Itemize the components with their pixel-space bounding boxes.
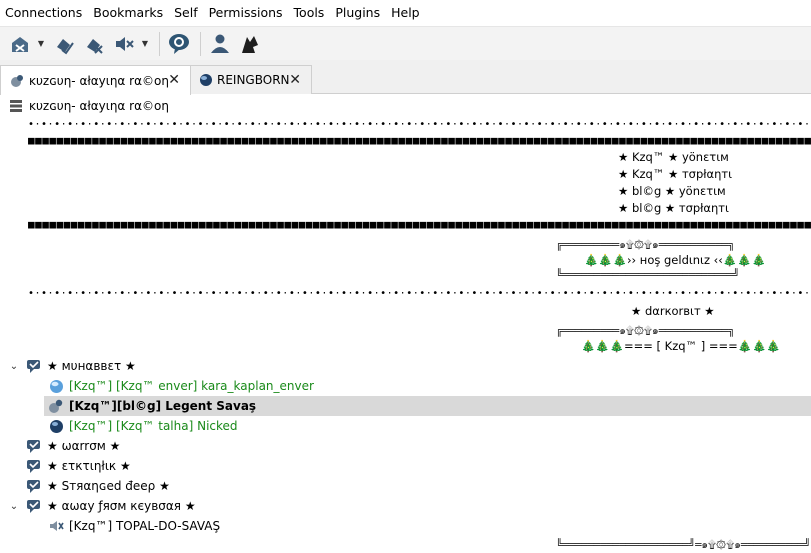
spacer-frame-bottom[interactable]: ╚═══════════════════════════╝ [556, 269, 739, 281]
wolf-icon [242, 35, 258, 53]
user-row-selected[interactable]: [Kzq™][bl©g] Legent Savaş [44, 396, 811, 416]
spacer-frame-end[interactable]: ╚════════════════════╝═๑۩۞۩๑══════════╝ [556, 536, 810, 553]
channel-warrom[interactable]: ★ ωαrrσм ★ [0, 436, 811, 456]
spacer-blocks[interactable]: ■■■■■■■■■■■■■■■■■■■■■■■■■■■■■■■■■■■■■■■■… [28, 135, 811, 147]
menu-tools[interactable]: Tools [289, 0, 331, 26]
user-deafened-icon [48, 518, 64, 534]
user-name: [Kzq™] [Kzq™ enver] kara_kaplan_enver [69, 379, 314, 393]
menu-bookmarks[interactable]: Bookmarks [88, 0, 169, 26]
disconnect-button[interactable] [6, 30, 34, 58]
user-info-button[interactable] [206, 30, 234, 58]
menu-permissions[interactable]: Permissions [204, 0, 289, 26]
channel-name: ★ ετкτιηłιк ★ [47, 459, 131, 473]
mute-self-icon [57, 38, 74, 54]
tab-kuzgun[interactable]: ĸυzɢυη- αłαyιηα rα©οη ✕ [0, 65, 191, 95]
channel-icon [26, 358, 42, 374]
menu-plugins[interactable]: Plugins [330, 0, 386, 26]
menu-help[interactable]: Help [386, 0, 426, 26]
spacer-dots[interactable]: •·•·•·•·•·•·•·•·•·•·•·•·•·•·•·•·•·•·•·•·… [28, 288, 811, 300]
user-row[interactable]: [Kzq™] TOPAL-DO-SAVAŞ [0, 516, 811, 536]
toolbar-separator [200, 31, 201, 56]
speaker-mute-icon [116, 36, 134, 51]
spacer-staff-line[interactable]: ★ bl©g ★ yönετιм [618, 184, 726, 198]
deafen-self-button[interactable] [80, 30, 108, 58]
user-row[interactable]: [Kzq™] [Kzq™ enver] kara_kaplan_enver [0, 376, 811, 396]
spacer-frame-top[interactable]: ╔═════════๑۩۞۩๑═══════════╗ [556, 236, 735, 253]
user-name: [Kzq™] [Kzq™ talha] Nicked [69, 419, 238, 433]
chat-button[interactable] [165, 30, 193, 58]
channel-icon [26, 478, 42, 494]
toolbar-separator [159, 31, 160, 56]
menu-connections[interactable]: Connections [0, 0, 88, 26]
user-name: [Kzq™][bl©g] Legent Savaş [69, 399, 257, 413]
disconnect-icon [12, 36, 28, 52]
tab-label: REINGBORN [217, 73, 290, 87]
user-name: [Kzq™] TOPAL-DO-SAVAŞ [69, 519, 221, 533]
spacer-staff-line[interactable]: ★ bl©g ★ тσpłαηтι [618, 201, 729, 215]
server-tab-bar: ĸυzɢυη- αłαyιηα rα©οη ✕ REINGBORN ✕ [0, 60, 811, 95]
spacer-blocks[interactable]: ■■■■■■■■■■■■■■■■■■■■■■■■■■■■■■■■■■■■■■■■… [28, 219, 811, 231]
talking-ui-button[interactable] [236, 30, 264, 58]
user-status-icon [48, 418, 64, 434]
channel-icon [26, 438, 42, 454]
toolbar: ▼ ▼ [0, 26, 811, 60]
expand-chevron-icon[interactable]: ⌄ [8, 361, 20, 372]
channel-icon [26, 458, 42, 474]
close-icon[interactable]: ✕ [168, 72, 180, 88]
audio-output-button[interactable] [110, 30, 138, 58]
spacer-staff-line[interactable]: ★ Kzq™ ★ тσpłαηтι [618, 167, 732, 181]
spacer-kzq-line[interactable]: 🎄🎄🎄=== [ Kzq™ ] ===🎄🎄🎄 [581, 339, 781, 353]
spacer-dots[interactable]: •·•·•·•·•·•·•·•·•·•·•·•·•·•·•·•·•·•·•·•·… [28, 119, 811, 131]
deafen-self-icon [87, 38, 103, 54]
channel-etkinlik[interactable]: ★ ετкτιηłιк ★ [0, 456, 811, 476]
channel-name: ★ Sтяαηɢed đeeρ ★ [47, 479, 170, 493]
expand-chevron-icon[interactable]: ⌄ [8, 501, 20, 512]
menu-self[interactable]: Self [169, 0, 204, 26]
server-status-icon [200, 74, 212, 86]
server-user-icon [11, 74, 23, 87]
spacer-frame-mid[interactable]: ╔═════════๑۩۞۩๑═══════════╗ [556, 322, 735, 339]
spacer-staff-line[interactable]: ★ Kzq™ ★ yönετιм [618, 150, 729, 164]
user-row[interactable]: [Kzq™] [Kzq™ talha] Nicked [0, 416, 811, 436]
channel-name: ★ мυнαввετ ★ [47, 359, 136, 373]
server-root[interactable]: ĸυzɢυη- αłαyιηα rα©οη [0, 96, 811, 116]
spacer-welcome[interactable]: 🎄🎄🎄›› нoş geldιnιz ‹‹🎄🎄🎄 [584, 253, 766, 267]
disconnect-dropdown-caret[interactable]: ▼ [36, 30, 46, 58]
channel-away-from-keyboard[interactable]: ⌄ ★ αωαy ƒяσм кєувσαя ★ [0, 496, 811, 516]
server-name: ĸυzɢυη- αłαyιηα rα©οη [29, 99, 169, 113]
channel-name: ★ αωαy ƒяσм кєувσαя ★ [47, 499, 196, 513]
channel-name: ★ ωαrrσм ★ [47, 439, 121, 453]
tab-label: ĸυzɢυη- αłαyιηα rα©οη [29, 73, 169, 88]
user-talking-icon [48, 398, 64, 414]
user-icon [211, 34, 229, 53]
mute-self-button[interactable] [50, 30, 78, 58]
tab-reingborn[interactable]: REINGBORN ✕ [190, 65, 312, 94]
audio-dropdown-caret[interactable]: ▼ [140, 30, 150, 58]
channel-muhabbet[interactable]: ⌄ ★ мυнαввετ ★ [0, 356, 811, 376]
spacer-darkorbit[interactable]: ★ dαrкorвιт ★ [631, 304, 715, 318]
channel-icon [26, 498, 42, 514]
channel-stranged-deep[interactable]: ★ Sтяαηɢed đeeρ ★ [0, 476, 811, 496]
user-idle-icon [48, 378, 64, 394]
channel-tree: ĸυzɢυη- αłαyιηα rα©οη •·•·•·•·•·•·•·•·•·… [0, 95, 811, 553]
close-icon[interactable]: ✕ [289, 72, 301, 88]
menu-bar: Connections Bookmarks Self Permissions T… [0, 0, 811, 26]
server-icon [8, 98, 24, 114]
chat-bubble-icon [169, 33, 189, 54]
